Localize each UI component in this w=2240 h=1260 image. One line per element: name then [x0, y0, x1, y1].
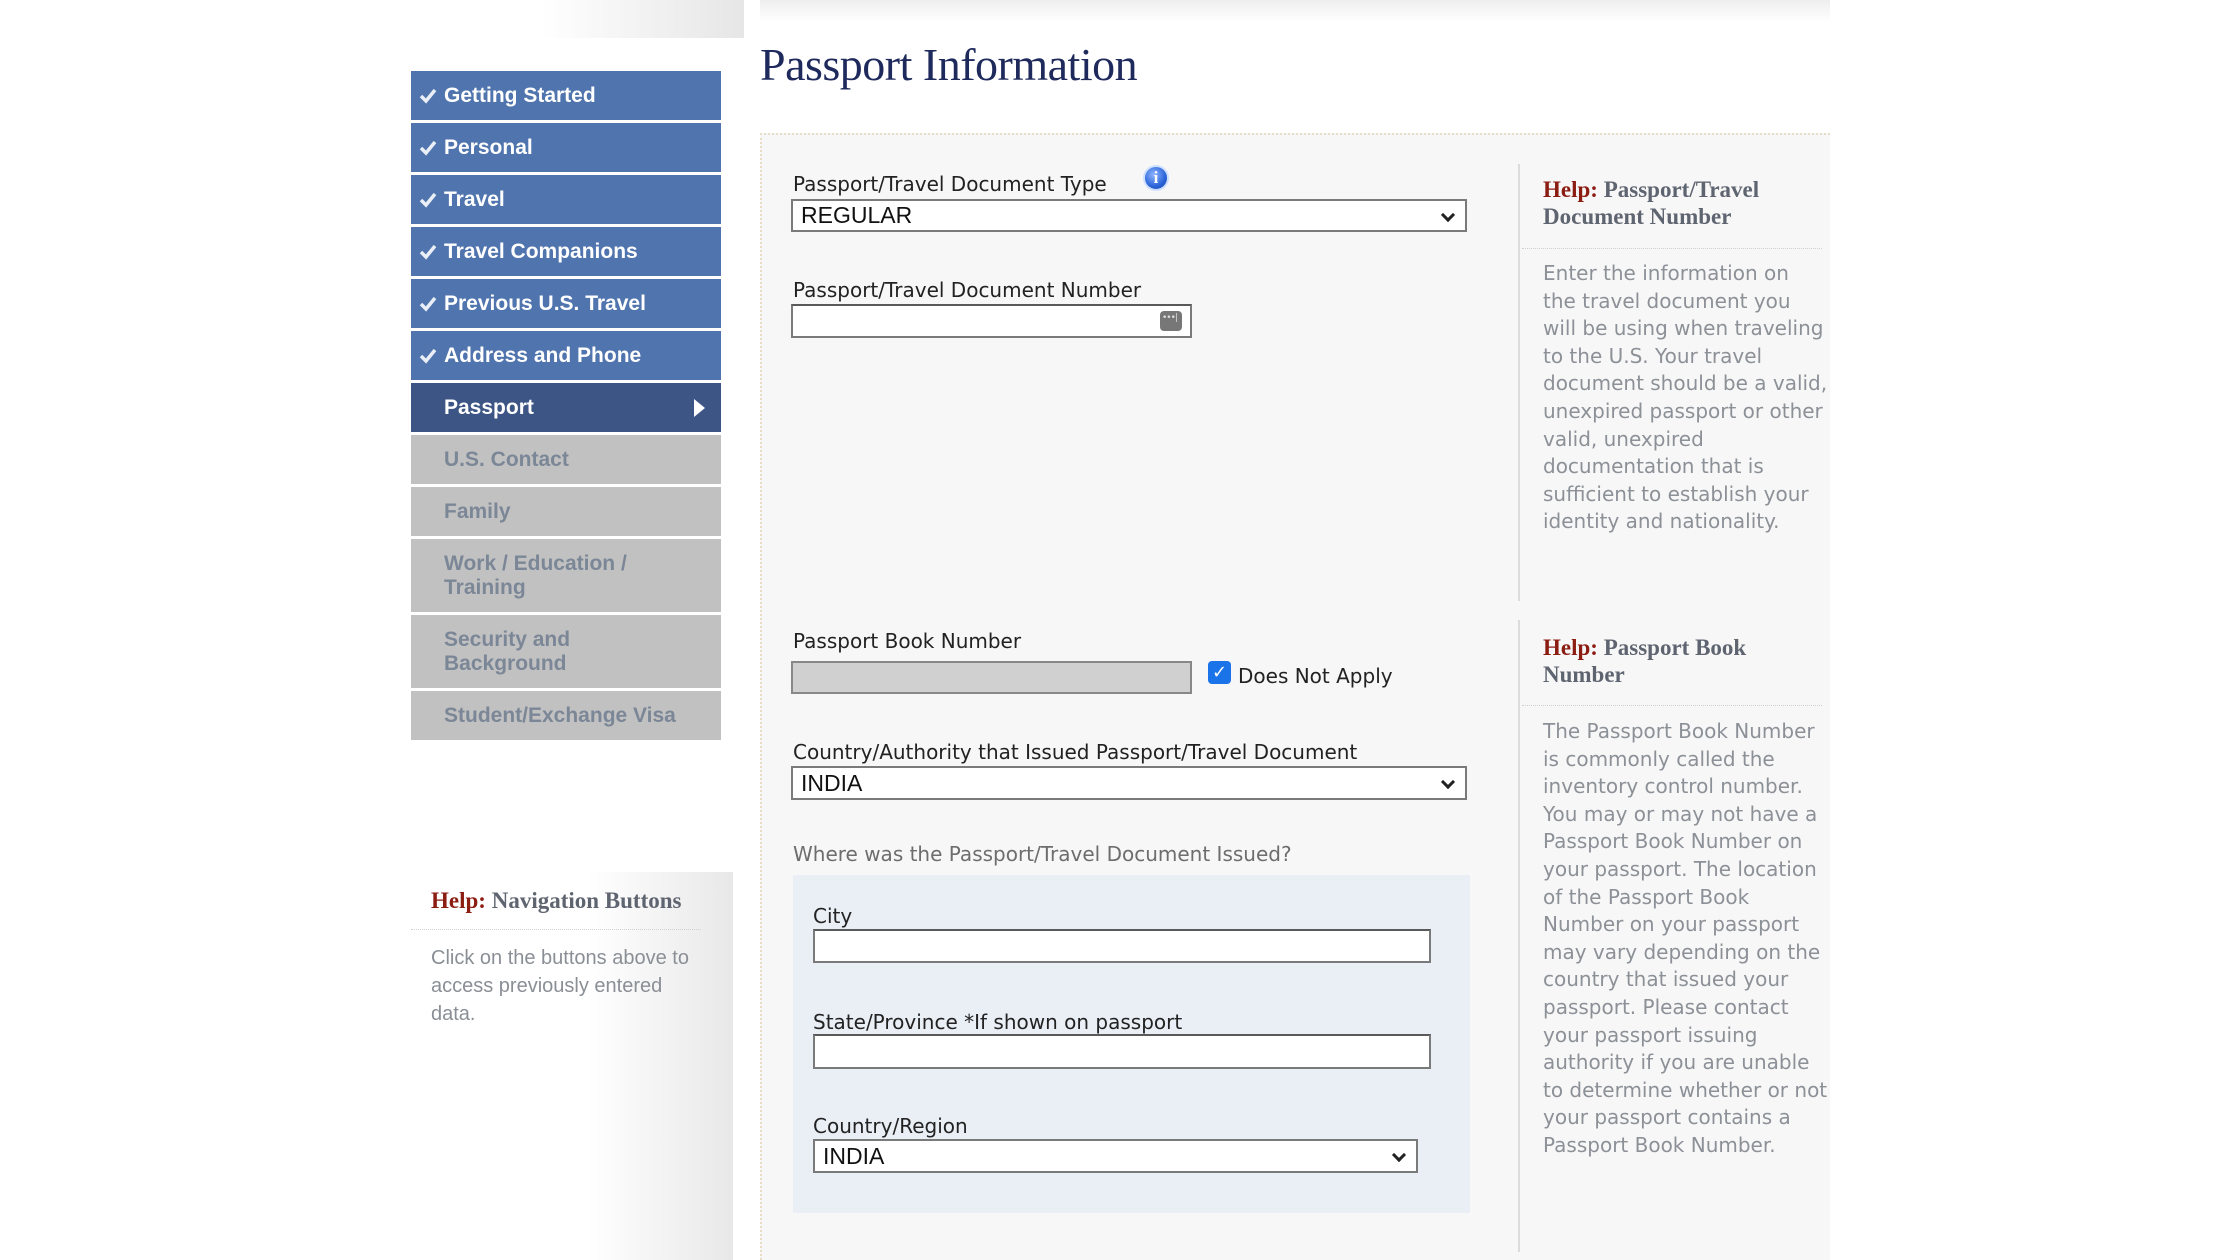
nav-item-getting-started[interactable]: Getting Started: [411, 71, 721, 120]
help-topic: Navigation Buttons: [485, 888, 682, 913]
nav-item-label: U.S. Contact: [444, 447, 569, 471]
nav-item-label: Personal: [444, 135, 533, 159]
header-shadow: [760, 0, 1830, 22]
doc-type-value: REGULAR: [801, 202, 913, 228]
city-label: City: [813, 904, 853, 928]
nav-item-label: Security and Background: [444, 627, 571, 675]
nav-item-student-exchange-visa[interactable]: Student/Exchange Visa: [411, 691, 721, 740]
chevron-down-icon: [1440, 774, 1456, 790]
check-icon: [419, 192, 437, 208]
doc-type-label: Passport/Travel Document Type: [793, 172, 1107, 196]
country-region-label: Country/Region: [813, 1114, 968, 1138]
help-body: Click on the buttons above to access pre…: [431, 947, 689, 1025]
nav-item-label: Travel: [444, 187, 505, 211]
divider: [1522, 248, 1822, 249]
page-title: Passport Information: [760, 39, 1138, 90]
help-navigation-buttons: Help: Navigation Buttons Click on the bu…: [411, 872, 733, 1260]
doc-number-label: Passport/Travel Document Number: [793, 278, 1142, 302]
help-label: Help:: [1543, 177, 1598, 202]
doc-type-select[interactable]: REGULAR: [791, 199, 1467, 232]
help-divider: [1518, 164, 1520, 601]
sidebar-nav: Getting Started Personal Travel Travel C…: [411, 71, 721, 743]
check-icon: [419, 244, 437, 260]
book-number-label: Passport Book Number: [793, 629, 1022, 653]
help-label: Help:: [431, 888, 486, 913]
nav-item-label: Address and Phone: [444, 343, 642, 367]
does-not-apply-checkbox[interactable]: ✓: [1208, 661, 1231, 684]
chevron-down-icon: [1391, 1147, 1407, 1163]
nav-item-label: Getting Started: [444, 83, 596, 107]
header-fade: [540, 0, 744, 38]
does-not-apply-label[interactable]: Does Not Apply: [1238, 664, 1393, 688]
doc-number-input[interactable]: [791, 304, 1192, 338]
help-title: Help: Passport Book Number: [1543, 634, 1813, 688]
check-icon: [419, 348, 437, 364]
issuing-country-value: INDIA: [801, 769, 863, 796]
country-region-select[interactable]: INDIA: [813, 1139, 1418, 1173]
caret-right-icon: [694, 398, 705, 417]
nav-item-label: Previous U.S. Travel: [444, 291, 646, 315]
state-input[interactable]: [813, 1034, 1431, 1069]
nav-item-address-and-phone[interactable]: Address and Phone: [411, 331, 721, 380]
check-icon: [419, 140, 437, 156]
nav-item-family[interactable]: Family: [411, 487, 721, 536]
check-icon: [419, 296, 437, 312]
country-region-value: INDIA: [823, 1142, 885, 1169]
state-label: State/Province *If shown on passport: [813, 1010, 1183, 1034]
divider: [411, 929, 701, 930]
nav-item-personal[interactable]: Personal: [411, 123, 721, 172]
nav-item-travel[interactable]: Travel: [411, 175, 721, 224]
nav-item-us-contact[interactable]: U.S. Contact: [411, 435, 721, 484]
help-body: Enter the information on the travel docu…: [1543, 261, 1828, 534]
help-body: The Passport Book Number is commonly cal…: [1543, 719, 1828, 1157]
issuing-country-select[interactable]: INDIA: [791, 766, 1467, 800]
nav-item-previous-us-travel[interactable]: Previous U.S. Travel: [411, 279, 721, 328]
nav-item-label: Travel Companions: [444, 239, 638, 263]
nav-item-label: Family: [444, 499, 511, 523]
nav-item-security-and-background[interactable]: Security and Background: [411, 615, 721, 688]
check-icon: [419, 88, 437, 104]
help-title: Help: Passport/Travel Document Number: [1543, 176, 1813, 230]
nav-item-label: Student/Exchange Visa: [444, 703, 676, 727]
book-number-input[interactable]: [791, 661, 1192, 694]
issued-where-heading: Where was the Passport/Travel Document I…: [793, 842, 1292, 866]
issuing-country-label: Country/Authority that Issued Passport/T…: [793, 740, 1358, 764]
info-icon[interactable]: i: [1143, 165, 1169, 191]
help-divider: [1518, 620, 1520, 1252]
nav-item-travel-companions[interactable]: Travel Companions: [411, 227, 721, 276]
nav-item-work-education-training[interactable]: Work / Education / Training: [411, 539, 721, 612]
city-input[interactable]: [813, 929, 1431, 963]
help-title: Help: Navigation Buttons: [431, 888, 721, 914]
help-label: Help:: [1543, 635, 1598, 660]
nav-item-label: Passport: [444, 395, 534, 419]
chevron-down-icon: [1440, 207, 1456, 222]
nav-item-passport[interactable]: Passport: [411, 383, 721, 432]
divider: [1522, 705, 1822, 706]
nav-item-label: Work / Education / Training: [444, 551, 627, 599]
password-manager-icon[interactable]: [1160, 311, 1182, 331]
